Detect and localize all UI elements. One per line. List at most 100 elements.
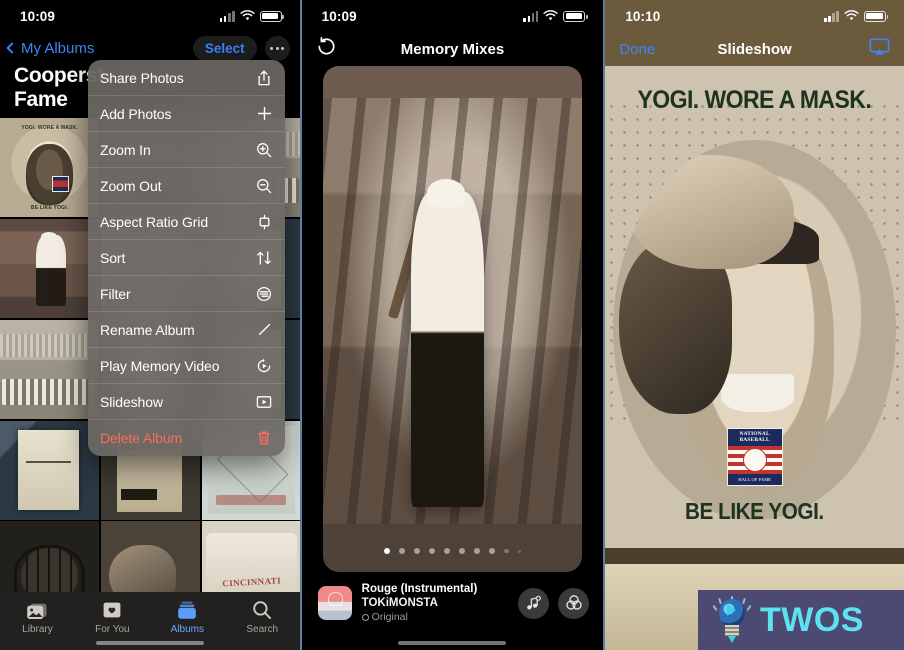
battery-icon <box>259 10 285 22</box>
menu-item-share-photos[interactable]: Share Photos <box>88 60 285 96</box>
bulb-ray <box>742 597 746 605</box>
trash-icon <box>255 429 273 447</box>
photo-thumbnail[interactable]: CINCINNATI <box>201 521 300 592</box>
bulb-base <box>725 625 739 636</box>
tab-for-you[interactable]: For You <box>75 600 150 635</box>
context-menu: Share Photos Add Photos Zoom In Zoom Out… <box>88 60 285 456</box>
page-dot[interactable] <box>517 549 521 553</box>
slideshow-image[interactable]: YOGI. WORE A MASK. NATIONAL BASEBALL HAL… <box>605 0 904 650</box>
thumb-document <box>17 430 80 510</box>
portrait-hand <box>630 155 795 270</box>
menu-item-label: Zoom In <box>100 141 151 158</box>
tab-label: Library <box>22 623 53 635</box>
menu-item-zoom-out[interactable]: Zoom Out <box>88 168 285 204</box>
more-options-button[interactable] <box>264 35 290 61</box>
wifi-icon <box>240 10 255 21</box>
page-dot[interactable] <box>414 548 421 554</box>
memory-filters-button[interactable] <box>558 587 590 619</box>
zoom-in-icon <box>255 141 273 159</box>
menu-item-delete-album[interactable]: Delete Album <box>88 420 285 456</box>
page-dot[interactable] <box>459 548 466 554</box>
hof-logo-top: NATIONAL BASEBALL <box>727 429 782 446</box>
bulb-ray <box>712 604 718 612</box>
cellular-signal-icon <box>824 10 839 22</box>
panel-slideshow: YOGI. WORE A MASK. NATIONAL BASEBALL HAL… <box>605 0 904 650</box>
page-title: Memory Mixes <box>400 40 505 58</box>
status-bar-1: 10:09 <box>0 0 300 32</box>
menu-item-filter[interactable]: Filter <box>88 276 285 312</box>
ellipsis-dot <box>270 46 274 50</box>
twos-watermark: TWOS <box>698 590 904 650</box>
menu-item-label: Slideshow <box>100 393 163 410</box>
add-music-button[interactable] <box>518 587 550 619</box>
thumb-mask-cage <box>13 545 86 592</box>
home-indicator <box>95 641 204 645</box>
tab-search[interactable]: Search <box>225 600 300 635</box>
back-button-label: My Albums <box>21 39 95 57</box>
menu-item-zoom-in[interactable]: Zoom In <box>88 132 285 168</box>
photos-library-icon <box>26 600 49 621</box>
photo-thumbnail[interactable]: YOGI. WORE A MASK. BE LIKE YOGI. <box>0 118 100 218</box>
page-dot-active[interactable] <box>384 548 391 554</box>
photo-thumbnail[interactable] <box>0 521 100 592</box>
menu-item-rename-album[interactable]: Rename Album <box>88 312 285 348</box>
photo-thumbnail[interactable] <box>0 319 100 420</box>
reset-button[interactable] <box>316 36 337 62</box>
page-dot[interactable] <box>399 548 406 554</box>
menu-item-add-photos[interactable]: Add Photos <box>88 96 285 132</box>
chevron-left-icon <box>6 42 18 54</box>
hall-of-fame-logo: NATIONAL BASEBALL HALL OF FAME <box>726 428 783 486</box>
status-time: 10:09 <box>20 8 56 24</box>
select-button[interactable]: Select <box>192 35 257 61</box>
album-artwork <box>317 586 352 620</box>
albums-icon <box>176 600 199 621</box>
menu-item-play-memory-video[interactable]: Play Memory Video <box>88 348 285 384</box>
photo-thumbnail[interactable] <box>100 521 201 592</box>
tab-albums[interactable]: Albums <box>150 600 225 635</box>
page-dot[interactable] <box>504 548 509 554</box>
zoom-out-icon <box>255 177 273 195</box>
memory-play-icon <box>255 357 273 375</box>
page-dot[interactable] <box>489 548 496 554</box>
page-dot[interactable] <box>444 548 451 554</box>
aspect-ratio-icon <box>255 213 273 231</box>
bulb-tip <box>728 636 736 643</box>
poster-subline: BE LIKE YOGI. <box>685 498 824 524</box>
back-button-my-albums[interactable]: My Albums <box>6 40 94 57</box>
page-dot[interactable] <box>429 548 436 554</box>
page-dot[interactable] <box>474 548 481 554</box>
menu-item-slideshow[interactable]: Slideshow <box>88 384 285 420</box>
photo-thumbnail[interactable] <box>0 420 100 520</box>
memory-card-current[interactable] <box>322 66 583 572</box>
cellular-signal-icon <box>219 10 235 22</box>
nav-actions: Select <box>192 35 290 61</box>
original-badge-icon <box>361 613 369 621</box>
photo-thumbnail[interactable] <box>0 218 100 319</box>
track-badge: Original <box>361 611 478 625</box>
airplay-icon[interactable] <box>869 37 890 61</box>
menu-item-sort[interactable]: Sort <box>88 240 285 276</box>
poster-headline: YOGI. WORE A MASK. <box>637 86 872 114</box>
menu-item-aspect-ratio-grid[interactable]: Aspect Ratio Grid <box>88 204 285 240</box>
bulb-arrow <box>727 604 736 616</box>
thumb-team-row <box>1 379 98 406</box>
thumb-glove <box>108 545 177 592</box>
portrait-smile <box>720 374 795 412</box>
menu-item-label: Delete Album <box>100 430 183 446</box>
status-bar-3: 10:10 <box>605 0 904 32</box>
tab-library[interactable]: Library <box>0 600 75 635</box>
hof-logo-line-3: HALL OF FAME <box>727 473 782 485</box>
status-indicators <box>219 10 285 22</box>
page-dots[interactable] <box>323 548 583 554</box>
menu-item-label: Aspect Ratio Grid <box>100 213 209 230</box>
thumb-figure <box>35 234 66 307</box>
thumb-hof-logo <box>51 175 69 192</box>
thumb-caption-top: YOGI. WORE A MASK. <box>21 124 78 131</box>
plus-icon <box>255 105 273 123</box>
track-info: Rouge (Instrumental) TOKiMONSTA Original <box>361 582 478 625</box>
memory-card-carousel[interactable] <box>302 66 604 572</box>
done-button[interactable]: Done <box>619 41 655 58</box>
hof-logo-line-2: BASEBALL <box>739 437 770 444</box>
wifi-icon <box>543 10 558 21</box>
bulb-ray <box>746 604 752 612</box>
